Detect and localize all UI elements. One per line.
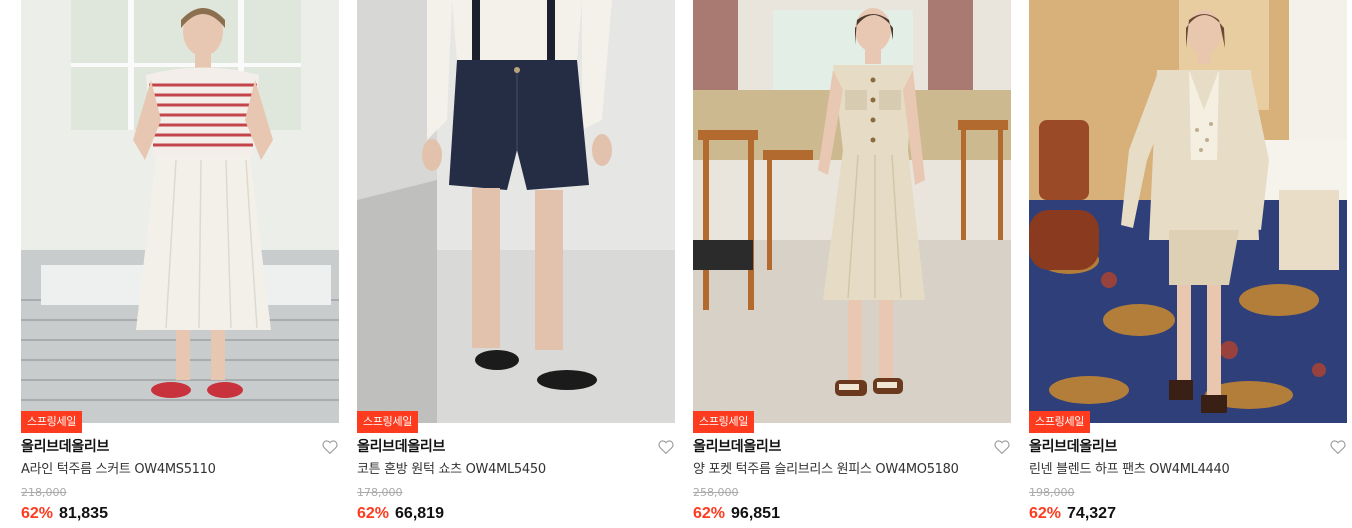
original-price: 178,000 — [357, 486, 403, 499]
heart-icon[interactable] — [657, 438, 675, 456]
discount-rate: 62% — [1029, 505, 1062, 522]
original-price: 258,000 — [693, 486, 739, 499]
brand-name[interactable]: 올리브데올리브 — [21, 437, 109, 457]
product-name[interactable]: 코튼 혼방 원턱 쇼츠 OW4ML5450 — [357, 461, 546, 479]
product-photo-shorts — [357, 0, 675, 423]
product-name[interactable]: 린넨 블렌드 하프 팬츠 OW4ML4440 — [1029, 461, 1230, 479]
original-price: 198,000 — [1029, 486, 1075, 499]
product-name[interactable]: 양 포켓 턱주름 슬리브리스 원피스 OW4MO5180 — [693, 461, 959, 479]
product-image[interactable] — [21, 0, 339, 423]
product-image[interactable] — [1029, 0, 1347, 423]
sale-badge: 스프링세일 — [693, 411, 755, 433]
brand-name[interactable]: 올리브데올리브 — [693, 437, 781, 457]
heart-icon[interactable] — [993, 438, 1011, 456]
sale-badge: 스프링세일 — [1029, 411, 1091, 433]
sale-badge: 스프링세일 — [21, 411, 83, 433]
brand-name[interactable]: 올리브데올리브 — [1029, 437, 1117, 457]
product-grid: 스프링세일 올리브데올리브 A라인 턱주름 스커트 OW4MS5110 218,… — [0, 0, 1352, 528]
sale-price: 66,819 — [395, 505, 444, 522]
product-card[interactable]: 스프링세일 올리브데올리브 코튼 혼방 원턱 쇼츠 OW4ML5450 178,… — [357, 0, 675, 528]
discount-rate: 62% — [21, 505, 54, 522]
product-photo-linen-set — [1029, 0, 1347, 423]
product-image[interactable] — [693, 0, 1011, 423]
product-card[interactable]: 스프링세일 올리브데올리브 A라인 턱주름 스커트 OW4MS5110 218,… — [21, 0, 339, 528]
product-name[interactable]: A라인 턱주름 스커트 OW4MS5110 — [21, 461, 216, 479]
product-photo-dress — [693, 0, 1011, 423]
sale-price: 81,835 — [59, 505, 108, 522]
product-card[interactable]: 스프링세일 올리브데올리브 양 포켓 턱주름 슬리브리스 원피스 OW4MO51… — [693, 0, 1011, 528]
price-row: 62% 81,835 — [21, 503, 108, 525]
original-price: 218,000 — [21, 486, 67, 499]
discount-rate: 62% — [357, 505, 390, 522]
product-card[interactable]: 스프링세일 올리브데올리브 린넨 블렌드 하프 팬츠 OW4ML4440 198… — [1029, 0, 1347, 528]
price-row: 62% 66,819 — [357, 503, 444, 525]
heart-icon[interactable] — [1329, 438, 1347, 456]
price-row: 62% 74,327 — [1029, 503, 1116, 525]
discount-rate: 62% — [693, 505, 726, 522]
brand-name[interactable]: 올리브데올리브 — [357, 437, 445, 457]
sale-price: 74,327 — [1067, 505, 1116, 522]
price-row: 62% 96,851 — [693, 503, 780, 525]
sale-price: 96,851 — [731, 505, 780, 522]
heart-icon[interactable] — [321, 438, 339, 456]
sale-badge: 스프링세일 — [357, 411, 419, 433]
product-photo-skirt — [21, 0, 339, 423]
product-image[interactable] — [357, 0, 675, 423]
